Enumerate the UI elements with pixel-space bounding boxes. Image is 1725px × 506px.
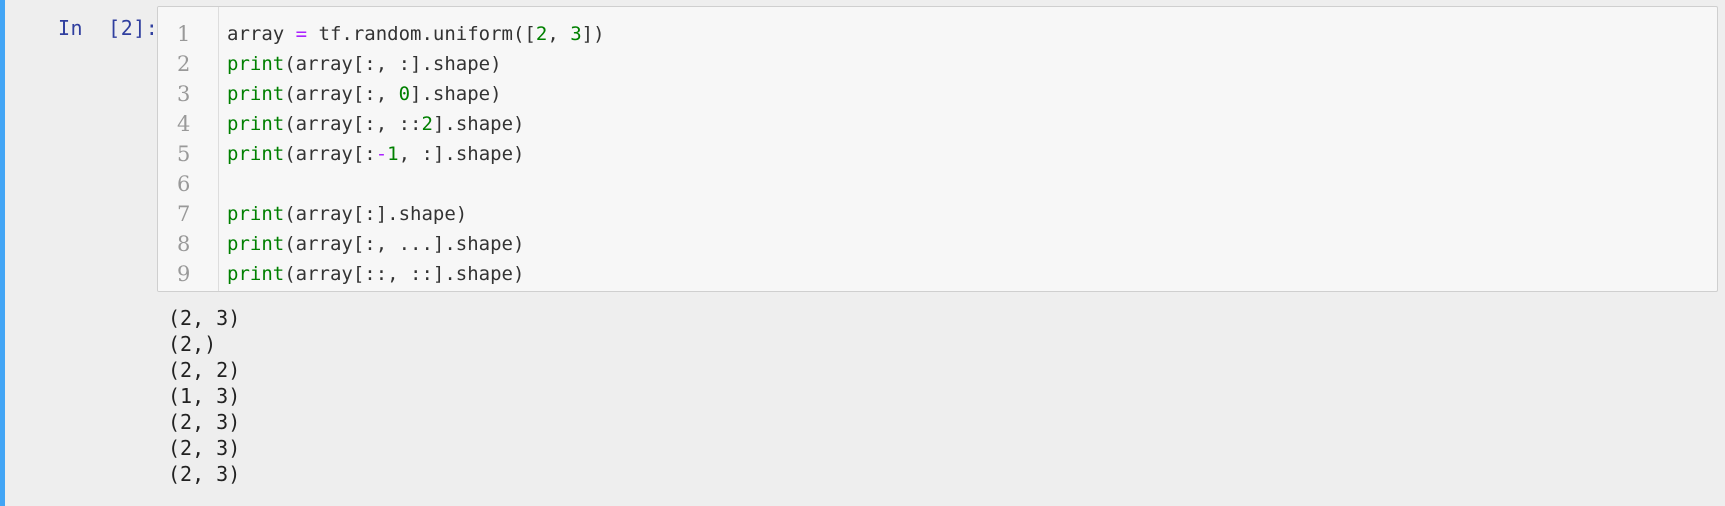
code-token-num: 1 [387, 143, 399, 165]
cell-selection-bar [0, 0, 5, 506]
code-token-plain: ].shape) [432, 113, 525, 135]
code-token-plain: array [227, 23, 296, 45]
code-token-num: 2 [535, 23, 548, 45]
output-line: (1, 3) [168, 384, 241, 408]
code-token-plain: (array[: [284, 143, 376, 165]
code-line[interactable]: print(array[::, ::].shape) [227, 259, 1707, 289]
line-number: 5 [177, 142, 191, 166]
output-line: (2, 3) [168, 306, 241, 330]
code-token-num: 3 [570, 23, 582, 45]
code-line[interactable]: ​ [227, 169, 1707, 199]
code-token-builtin: print [227, 143, 285, 165]
output-line: (2,) [168, 332, 217, 356]
code-token-builtin: print [227, 233, 285, 255]
line-number: 2 [177, 52, 191, 76]
code-token-builtin: print [227, 263, 285, 285]
line-number: 1 [177, 22, 191, 46]
line-number: 4 [177, 112, 191, 136]
output-line: (2, 3) [168, 410, 241, 434]
code-token-plain: , [547, 23, 571, 45]
output-line: (2, 2) [168, 358, 241, 382]
code-token-builtin: print [227, 53, 285, 75]
code-line[interactable]: print(array[:, ::2].shape) [227, 109, 1707, 139]
line-number: 9 [177, 262, 191, 286]
code-line[interactable]: print(array[:].shape) [227, 199, 1707, 229]
code-token-builtin: print [227, 113, 285, 135]
code-token-builtin: print [227, 203, 285, 225]
code-token-plain: ].shape) [410, 83, 502, 105]
line-number: 6 [177, 172, 191, 196]
line-number: 8 [177, 232, 191, 256]
code-token-builtin: print [227, 83, 285, 105]
notebook-cell[interactable]: In [2]: 123456789 array = tf.random.unif… [0, 0, 1725, 506]
code-lines[interactable]: array = tf.random.uniform([2, 3]) print(a… [227, 19, 1707, 289]
code-token-op: - [375, 143, 388, 165]
output-line: (2, 3) [168, 436, 241, 460]
code-line[interactable]: print(array[:, ...].shape) [227, 229, 1707, 259]
input-prompt: In [2]: [58, 16, 159, 40]
line-number: 7 [177, 202, 191, 226]
cell-output: (2, 3) (2,) (2, 2) (1, 3) (2, 3) (2, 3) (2, 3) [168, 305, 240, 487]
code-token-plain: tf.random.uniform([ [307, 23, 536, 45]
line-numbers: 1 2 3 4 5 6 7 8 9 [158, 19, 218, 289]
code-token-plain: (array[:].shape) [284, 203, 468, 225]
code-token-plain: (array[:, :].shape) [284, 53, 502, 75]
code-token-plain: (array[:, :: [284, 113, 422, 135]
code-token-plain: (array[:, ...].shape) [284, 233, 525, 255]
code-token-num: 0 [398, 83, 411, 105]
code-token-plain: ]) [581, 23, 605, 45]
code-line[interactable]: print(array[:, :].shape) [227, 49, 1707, 79]
code-line[interactable]: print(array[:-1, :].shape) [227, 139, 1707, 169]
code-token-num: 2 [421, 113, 433, 135]
code-line[interactable]: array = tf.random.uniform([2, 3]) [227, 19, 1707, 49]
line-number: 3 [177, 82, 191, 106]
code-editor[interactable]: 123456789 array = tf.random.uniform([2, … [157, 6, 1718, 292]
code-token-op: = [295, 23, 308, 45]
code-token-plain: , :].shape) [398, 143, 525, 165]
code-token-plain: (array[:, [284, 83, 399, 105]
code-line[interactable]: print(array[:, 0].shape) [227, 79, 1707, 109]
code-token-plain: (array[::, ::].shape) [284, 263, 525, 285]
output-line: (2, 3) [168, 462, 241, 486]
